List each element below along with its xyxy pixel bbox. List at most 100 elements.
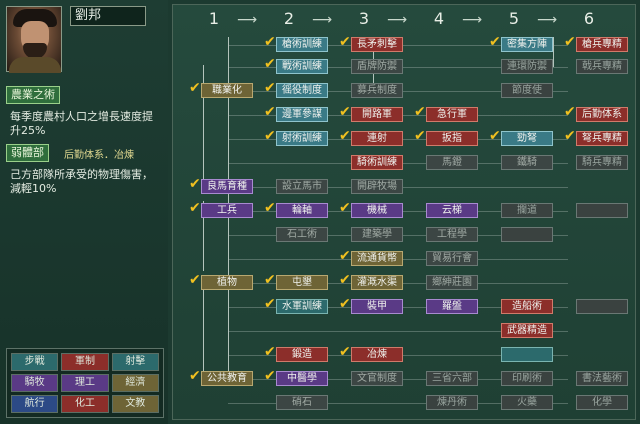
checkmark-icon: ✔ [189, 200, 201, 216]
category-2[interactable]: 軍制 [61, 353, 109, 371]
category-1[interactable]: 步戰 [11, 353, 59, 371]
checkmark-icon: ✔ [414, 104, 426, 120]
checkmark-icon: ✔ [189, 80, 201, 96]
tech-node-47[interactable]: 羅盤 [426, 299, 478, 314]
connector-line [553, 37, 554, 67]
portrait-image[interactable] [6, 6, 62, 73]
tech-node-48[interactable]: 造船術 [501, 299, 553, 314]
tech-node-27[interactable]: 設立馬市 [276, 179, 328, 194]
category-8[interactable]: 化工 [61, 395, 109, 413]
tech-node-19[interactable]: 扳指 [426, 131, 478, 146]
category-6[interactable]: 經濟 [111, 374, 159, 392]
tech-node-46[interactable]: 裝甲 [351, 299, 403, 314]
tech-node-38[interactable] [501, 227, 553, 242]
checkmark-icon: ✔ [564, 128, 576, 144]
category-9[interactable]: 文教 [111, 395, 159, 413]
tech-node-36[interactable]: 建築學 [351, 227, 403, 242]
left-panel: 劉邦 農業之術 每季度農村人口之增長速度提升25% 弱體部 后勤体系．冶煉 己方… [0, 0, 168, 424]
connector-line [203, 281, 204, 371]
tech-node-23[interactable]: 馬鐙 [426, 155, 478, 170]
tech-node-37[interactable]: 工程學 [426, 227, 478, 242]
tech-node-8[interactable]: 戟兵專精 [576, 59, 628, 74]
tech-tag[interactable]: 弱體部 [6, 144, 49, 162]
tech-node-13[interactable]: 邊軍參謀 [276, 107, 328, 122]
tech-node-26[interactable]: 良馬育種 [201, 179, 253, 194]
tech-node-24[interactable]: 鐵騎 [501, 155, 553, 170]
tech-node-55[interactable]: 中醫學 [276, 371, 328, 386]
tech-node-15[interactable]: 急行軍 [426, 107, 478, 122]
tech-node-58[interactable]: 印刷術 [501, 371, 553, 386]
tech-node-22[interactable]: 騎術訓練 [351, 155, 403, 170]
tech-node-1[interactable]: 槍術訓練 [276, 37, 328, 52]
tech-node-34[interactable] [576, 203, 628, 218]
tech-node-51[interactable] [501, 347, 553, 362]
tech-node-31[interactable]: 機械 [351, 203, 403, 218]
tech-node-52[interactable]: 鍛造 [276, 347, 328, 362]
tech-node-56[interactable]: 文官制度 [351, 371, 403, 386]
arrow-right-icon: ⟶ [462, 12, 483, 28]
tech-node-39[interactable]: 流通貨幣 [351, 251, 403, 266]
tech-node-25[interactable]: 騎兵專精 [576, 155, 628, 170]
checkmark-icon: ✔ [564, 34, 576, 50]
tech-tree: 1 2 3 4 5 6 ⟶ ⟶ ⟶ ⟶ ⟶ 槍術訓練 ✔ 長矛刺擊 ✔ 密集方陣 ✔ 槍兵專… [172, 4, 636, 420]
tech-node-5[interactable]: 戰術訓練 [276, 59, 328, 74]
category-5[interactable]: 理工 [61, 374, 109, 392]
tech-node-29[interactable]: 工兵 [201, 203, 253, 218]
tech-node-54[interactable]: 公共教育 [201, 371, 253, 386]
arrow-right-icon: ⟶ [537, 12, 558, 28]
tech-node-59[interactable]: 書法藝術 [576, 371, 628, 386]
checkmark-icon: ✔ [264, 200, 276, 216]
tech-node-45[interactable]: 水軍訓練 [276, 299, 328, 314]
column-header-6: 6 [583, 9, 595, 28]
tech-node-20[interactable]: 勁弩 [501, 131, 553, 146]
tech-node-43[interactable]: 灌溉水渠 [351, 275, 403, 290]
tech-node-9[interactable]: 職業化 [201, 83, 253, 98]
tech-node-33[interactable]: 攔道 [501, 203, 553, 218]
category-legend: 步戰 軍制 射擊騎牧 理工 經濟航行 化工 文教 [6, 348, 164, 418]
checkmark-icon: ✔ [339, 296, 351, 312]
tech-node-2[interactable]: 長矛刺擊 [351, 37, 403, 52]
tech-node-12[interactable]: 節度使 [501, 83, 553, 98]
tech-node-7[interactable]: 連環防禦 [501, 59, 553, 74]
column-header-5: 5 [508, 9, 520, 28]
tech-node-18[interactable]: 連射 [351, 131, 403, 146]
checkmark-icon: ✔ [564, 104, 576, 120]
tech-node-49[interactable] [576, 299, 628, 314]
arrow-right-icon: ⟶ [237, 12, 258, 28]
tech-node-10[interactable]: 徭役制度 [276, 83, 328, 98]
tech-node-40[interactable]: 貿易行會 [426, 251, 478, 266]
tech-node-61[interactable]: 煉丹術 [426, 395, 478, 410]
checkmark-icon: ✔ [339, 248, 351, 264]
category-3[interactable]: 射擊 [111, 353, 159, 371]
checkmark-icon: ✔ [264, 128, 276, 144]
tech-node-21[interactable]: 弩兵專精 [576, 131, 628, 146]
tech-node-16[interactable]: 后勤体系 [576, 107, 628, 122]
tech-node-32[interactable]: 云梯 [426, 203, 478, 218]
tech-node-57[interactable]: 三省六部 [426, 371, 478, 386]
tech-node-11[interactable]: 募兵制度 [351, 83, 403, 98]
tech-node-28[interactable]: 開辟牧場 [351, 179, 403, 194]
checkmark-icon: ✔ [264, 344, 276, 360]
checkmark-icon: ✔ [339, 200, 351, 216]
tech-node-6[interactable]: 盾牌防禦 [351, 59, 403, 74]
checkmark-icon: ✔ [264, 272, 276, 288]
tech-node-42[interactable]: 屯墾 [276, 275, 328, 290]
tech-node-4[interactable]: 槍兵專精 [576, 37, 628, 52]
tech-node-14[interactable]: 開路軍 [351, 107, 403, 122]
tech-node-35[interactable]: 石工術 [276, 227, 328, 242]
checkmark-icon: ✔ [264, 368, 276, 384]
category-4[interactable]: 騎牧 [11, 374, 59, 392]
tech-node-63[interactable]: 化學 [576, 395, 628, 410]
tech-node-44[interactable]: 鄉紳莊園 [426, 275, 478, 290]
tech-node-41[interactable]: 植物 [201, 275, 253, 290]
tech-node-62[interactable]: 火藥 [501, 395, 553, 410]
tech-node-30[interactable]: 輪軸 [276, 203, 328, 218]
checkmark-icon: ✔ [264, 34, 276, 50]
skill-tag[interactable]: 農業之術 [6, 86, 60, 104]
tech-node-3[interactable]: 密集方陣 [501, 37, 553, 52]
tech-node-60[interactable]: 硝石 [276, 395, 328, 410]
category-7[interactable]: 航行 [11, 395, 59, 413]
tech-node-50[interactable]: 武器精造 [501, 323, 553, 338]
tech-node-53[interactable]: 冶煉 [351, 347, 403, 362]
tech-node-17[interactable]: 射術訓練 [276, 131, 328, 146]
